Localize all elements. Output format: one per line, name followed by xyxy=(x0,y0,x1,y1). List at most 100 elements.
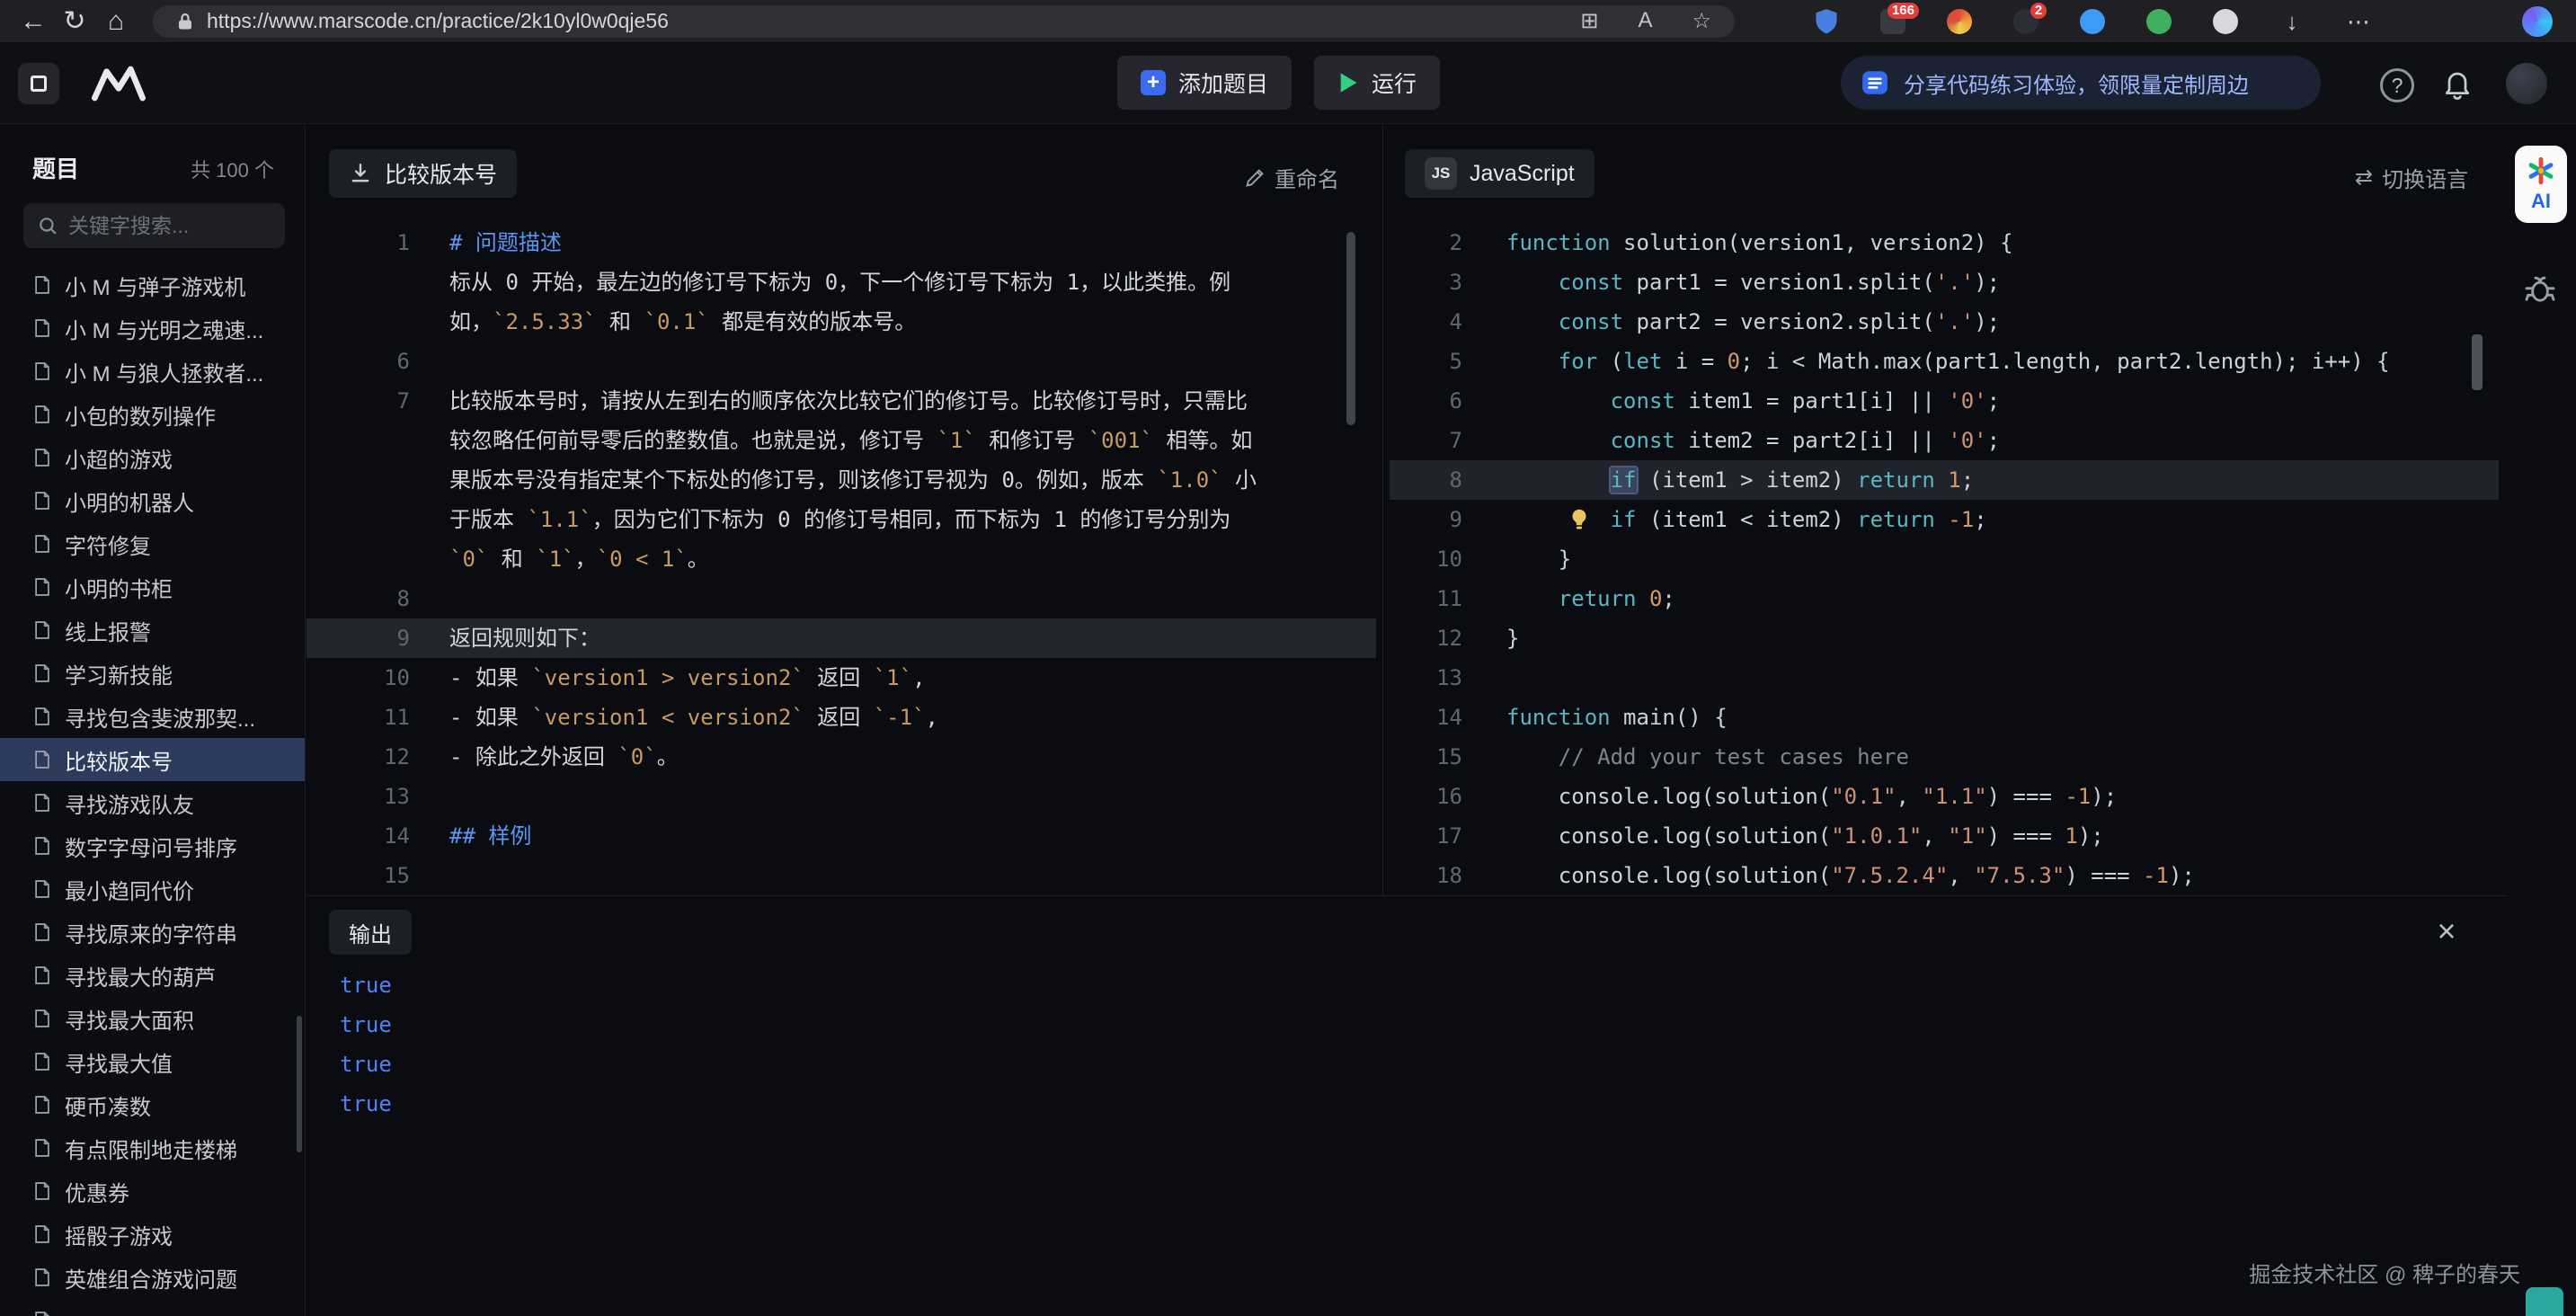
share-banner[interactable]: 分享代码练习体验，领限量定制周边 xyxy=(1841,56,2321,110)
sidebar-item[interactable]: 寻找包含斐波那契... xyxy=(0,695,305,738)
document-icon xyxy=(32,361,52,381)
read-aloud-icon[interactable]: A xyxy=(1638,8,1652,34)
corner-widget[interactable] xyxy=(2526,1287,2563,1316)
line-content: 比较版本号时，请按从左到右的顺序依次比较它们的修订号。比较修订号时，只需比 xyxy=(449,381,1248,421)
switch-language-button[interactable]: ⇄ 切换语言 xyxy=(2355,162,2468,193)
document-icon xyxy=(32,1181,52,1201)
browser-menu-icon[interactable]: ⋯ xyxy=(2343,6,2374,37)
plus-icon: + xyxy=(1141,70,1166,95)
blue-drop-extension-icon[interactable] xyxy=(2077,6,2108,37)
sidebar-item[interactable]: 比较版本号 xyxy=(0,738,305,781)
document-icon xyxy=(32,1009,52,1028)
sidebar-item-label: 小明的机器人 xyxy=(65,485,194,517)
url-bar[interactable]: https://www.marscode.cn/practice/2k10yl0… xyxy=(153,5,1735,38)
sidebar-item-label: 小超的游戏 xyxy=(65,442,173,474)
sidebar-item[interactable]: 寻找游戏队友 xyxy=(0,781,305,824)
sidebar-item[interactable] xyxy=(0,1299,305,1316)
user-avatar[interactable] xyxy=(2506,63,2547,104)
line-number: 6 xyxy=(1390,381,1462,421)
debug-icon[interactable] xyxy=(2522,270,2558,310)
sidebar-item[interactable]: 有点限制地走楼梯 xyxy=(0,1126,305,1169)
shield-extension-icon[interactable] xyxy=(1811,6,1842,37)
sidebar-item[interactable]: 寻找最大面积 xyxy=(0,997,305,1040)
back-icon[interactable]: ← xyxy=(13,6,54,37)
sidebar-item[interactable]: 数字字母问号排序 xyxy=(0,824,305,867)
sidebar-item[interactable]: 小 M 与狼人拯救者... xyxy=(0,350,305,393)
sidebar-item[interactable]: 小 M 与光明之魂速... xyxy=(0,307,305,350)
code-line: 12 } xyxy=(1390,618,2499,658)
close-icon: × xyxy=(2437,912,2456,950)
document-icon xyxy=(32,1138,52,1158)
sidebar-item-label: 英雄组合游戏问题 xyxy=(65,1262,237,1294)
gray-extension-icon[interactable] xyxy=(2210,6,2241,37)
problem-markdown[interactable]: 1 # 问题描述 标从 0 开始，最左边的修订号下标为 0，下一个修订号下标为 … xyxy=(306,223,1376,895)
sidebar-scrollbar[interactable] xyxy=(297,1016,302,1152)
sidebar-item[interactable]: 小明的书柜 xyxy=(0,565,305,609)
sidebar-item[interactable]: 小超的游戏 xyxy=(0,436,305,479)
line-content: - 如果 `version1 > version2` 返回 `1`, xyxy=(449,658,926,698)
sidebar-item[interactable]: 小明的机器人 xyxy=(0,479,305,522)
close-output-button[interactable]: × xyxy=(2427,911,2466,951)
search-box[interactable] xyxy=(23,203,285,248)
sidebar-item[interactable]: 学习新技能 xyxy=(0,652,305,695)
green-extension-icon[interactable] xyxy=(2144,6,2174,37)
run-button[interactable]: 运行 xyxy=(1314,56,1440,110)
code-line: 14 function main() { xyxy=(1390,698,2499,737)
code-line: 7 const item2 = part2[i] || '0'; xyxy=(1390,421,2499,460)
sidebar-item[interactable]: 线上报警 xyxy=(0,609,305,652)
notifications-button[interactable] xyxy=(2441,68,2474,105)
sidebar-item[interactable]: 硬币凑数 xyxy=(0,1083,305,1126)
sidebar-item[interactable]: 小 M 与弹子游戏机 xyxy=(0,263,305,307)
sidebar-item-label: 优惠券 xyxy=(65,1176,129,1207)
problem-scrollbar[interactable] xyxy=(1346,232,1355,425)
sidebar-item[interactable]: 最小趋同代价 xyxy=(0,867,305,911)
book-icon xyxy=(1861,68,1889,97)
home-icon[interactable]: ⌂ xyxy=(95,6,137,37)
sidebar-item-label: 寻找原来的字符串 xyxy=(65,917,237,948)
sidebar-item-label: 有点限制地走楼梯 xyxy=(65,1133,237,1164)
sidebar-item-label: 寻找最大值 xyxy=(65,1046,173,1078)
favorite-star-icon[interactable]: ☆ xyxy=(1692,8,1711,34)
search-input[interactable] xyxy=(68,214,306,238)
code-line: 10 } xyxy=(1390,539,2499,579)
line-number: 11 xyxy=(1390,579,1462,618)
apps-grid-icon[interactable]: ⊞ xyxy=(1580,8,1598,34)
colorful-extension-icon[interactable] xyxy=(1944,6,1975,37)
sidebar-item[interactable]: 寻找原来的字符串 xyxy=(0,911,305,954)
help-button[interactable]: ? xyxy=(2380,68,2414,102)
copilot-sidebar-icon[interactable] xyxy=(2522,6,2553,37)
sidebar-item[interactable]: 寻找最大值 xyxy=(0,1040,305,1083)
export-icon xyxy=(349,162,372,185)
extension-icon-badge-2[interactable]: 2 xyxy=(2011,6,2041,37)
language-tab[interactable]: JS JavaScript xyxy=(1405,149,1594,198)
code-line: 3 const part1 = version1.split('.'); xyxy=(1390,262,2499,302)
downloads-icon[interactable]: ↓ xyxy=(2277,6,2307,37)
refresh-icon[interactable]: ↻ xyxy=(54,5,95,37)
sidebar-item[interactable]: 英雄组合游戏问题 xyxy=(0,1256,305,1299)
extension-icon-badge-166[interactable]: 166 xyxy=(1878,6,1908,37)
code-line: 9 if (item1 < item2) return -1; xyxy=(1390,500,2499,539)
sidebar-item-label: 寻找游戏队友 xyxy=(65,787,194,819)
line-content: console.log(solution("0.1", "1.1") === -… xyxy=(1506,777,2117,816)
line-content: return 0; xyxy=(1506,579,1675,618)
sidebar-item[interactable]: 字符修复 xyxy=(0,522,305,565)
line-content: function solution(version1, version2) { xyxy=(1506,223,2013,262)
ai-assistant-button[interactable]: AI xyxy=(2515,146,2567,223)
collapse-sidebar-button[interactable] xyxy=(18,63,59,104)
code-line: 16 console.log(solution("0.1", "1.1") ==… xyxy=(1390,777,2499,816)
sidebar-item[interactable]: 小包的数列操作 xyxy=(0,393,305,436)
sidebar-item[interactable]: 优惠券 xyxy=(0,1169,305,1213)
code-line: 18 console.log(solution("7.5.2.4", "7.5.… xyxy=(1390,856,2499,895)
sidebar-item[interactable]: 摇骰子游戏 xyxy=(0,1213,305,1256)
document-icon xyxy=(32,275,52,295)
code-editor-lines[interactable]: 2 function solution(version1, version2) … xyxy=(1390,223,2499,895)
output-tab[interactable]: 输出 xyxy=(329,910,412,955)
editor-scrollbar[interactable] xyxy=(2472,334,2483,390)
add-problem-button[interactable]: + 添加题目 xyxy=(1117,56,1292,110)
problem-tab[interactable]: 比较版本号 xyxy=(329,149,517,198)
code-line: 11 return 0; xyxy=(1390,579,2499,618)
sidebar-item[interactable]: 寻找最大的葫芦 xyxy=(0,954,305,997)
document-icon xyxy=(32,318,52,338)
rename-button[interactable]: 重命名 xyxy=(1244,162,1339,193)
line-content: - 除此之外返回 `0`。 xyxy=(449,737,679,777)
